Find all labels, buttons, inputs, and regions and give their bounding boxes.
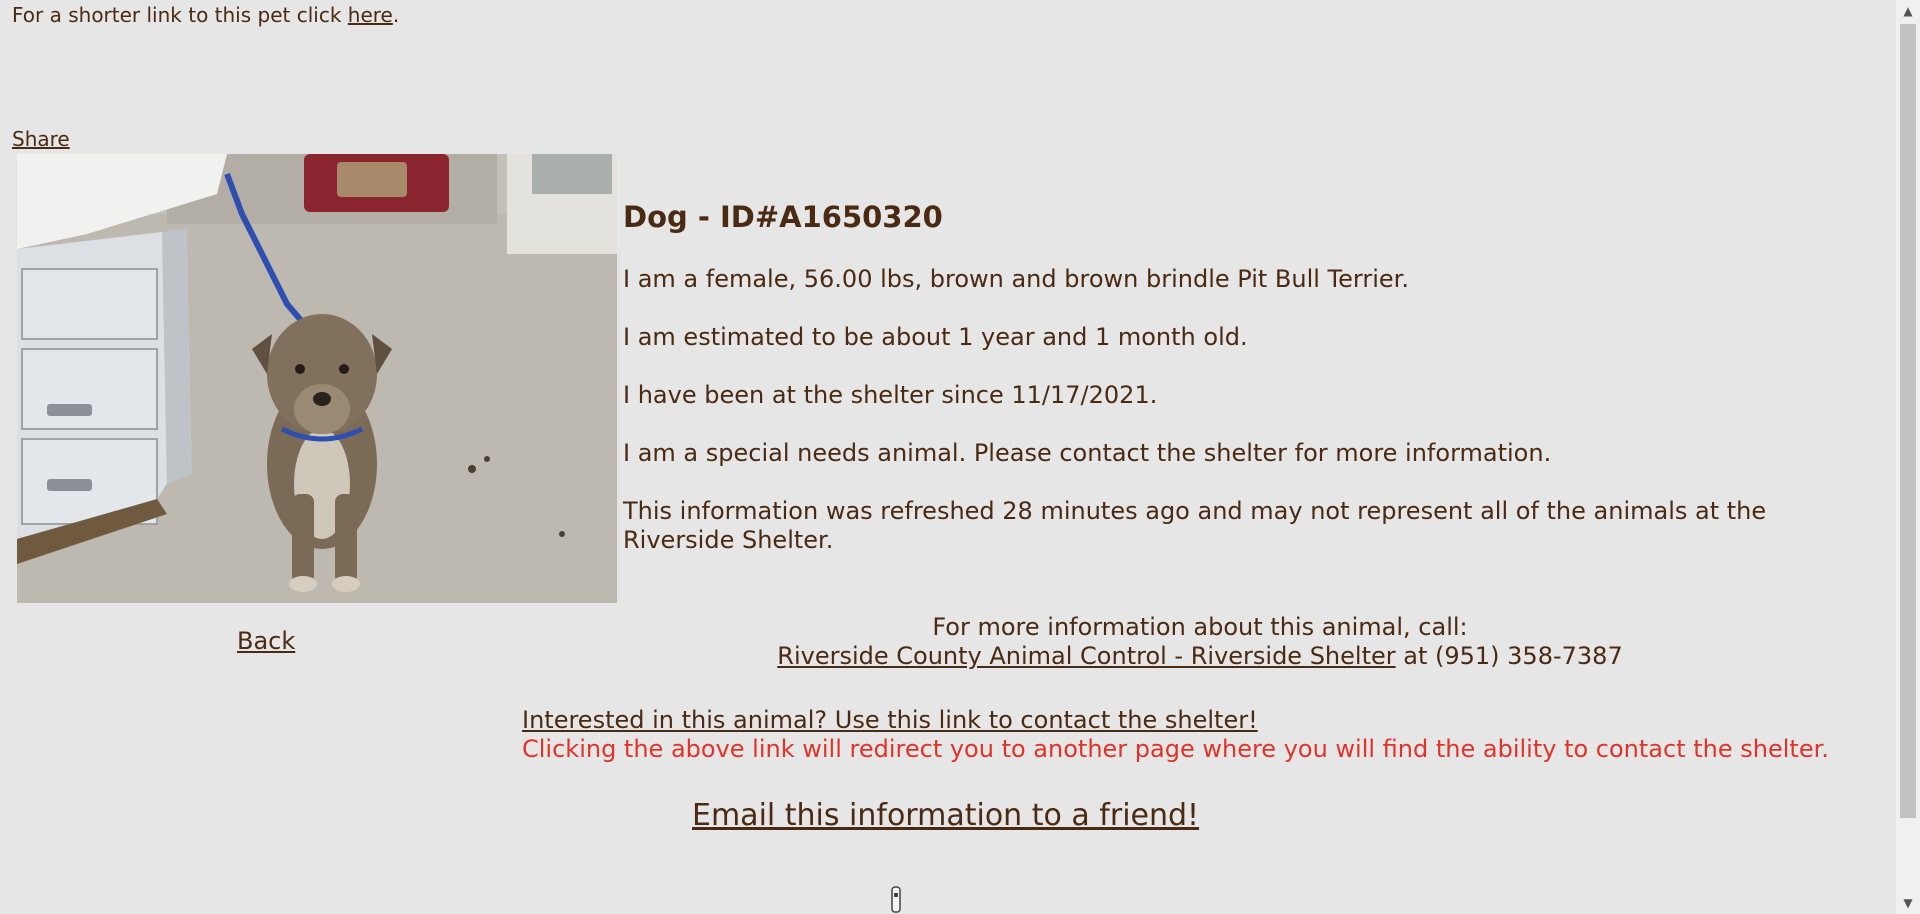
scroll-down-arrow-icon[interactable]: ▼: [1896, 892, 1920, 914]
shelter-phone: at (951) 358-7387: [1395, 642, 1623, 670]
back-link[interactable]: Back: [237, 627, 295, 655]
scrollbar-thumb[interactable]: [1900, 24, 1916, 818]
pet-detail-page: For a shorter link to this pet click her…: [0, 0, 1896, 914]
contact-shelter-line: Riverside County Animal Control - Rivers…: [600, 642, 1800, 671]
vertical-scrollbar[interactable]: ▲ ▼: [1896, 0, 1920, 914]
animal-heading: Dog - ID#A1650320: [623, 200, 943, 234]
scroll-up-arrow-icon[interactable]: ▲: [1896, 0, 1920, 22]
pet-photo: [17, 154, 617, 603]
short-link-suffix: .: [392, 3, 400, 27]
contact-info: For more information about this animal, …: [600, 613, 1800, 671]
animal-description: I am a female, 56.00 lbs, brown and brow…: [623, 265, 1409, 293]
animal-shelter-since: I have been at the shelter since 11/17/2…: [623, 381, 1158, 409]
info-refreshed-note: This information was refreshed 28 minute…: [623, 497, 1767, 554]
short-link-line: For a shorter link to this pet click her…: [12, 3, 399, 27]
animal-info: Dog - ID#A1650320 I am a female, 56.00 l…: [623, 196, 1853, 584]
short-link-here[interactable]: here: [348, 3, 393, 27]
email-friend-link[interactable]: Email this information to a friend!: [692, 798, 1199, 833]
redirect-warning: Clicking the above link will redirect yo…: [522, 735, 1829, 763]
loading-icon: [887, 885, 905, 914]
shelter-link[interactable]: Riverside County Animal Control - Rivers…: [777, 642, 1395, 670]
interest-section: Interested in this animal? Use this link…: [522, 706, 1829, 764]
animal-special-needs: I am a special needs animal. Please cont…: [623, 439, 1552, 467]
animal-age: I am estimated to be about 1 year and 1 …: [623, 323, 1248, 351]
share-link[interactable]: Share: [12, 127, 70, 151]
contact-line: For more information about this animal, …: [932, 613, 1468, 641]
short-link-prefix: For a shorter link to this pet click: [12, 3, 348, 27]
contact-shelter-link[interactable]: Interested in this animal? Use this link…: [522, 706, 1258, 734]
